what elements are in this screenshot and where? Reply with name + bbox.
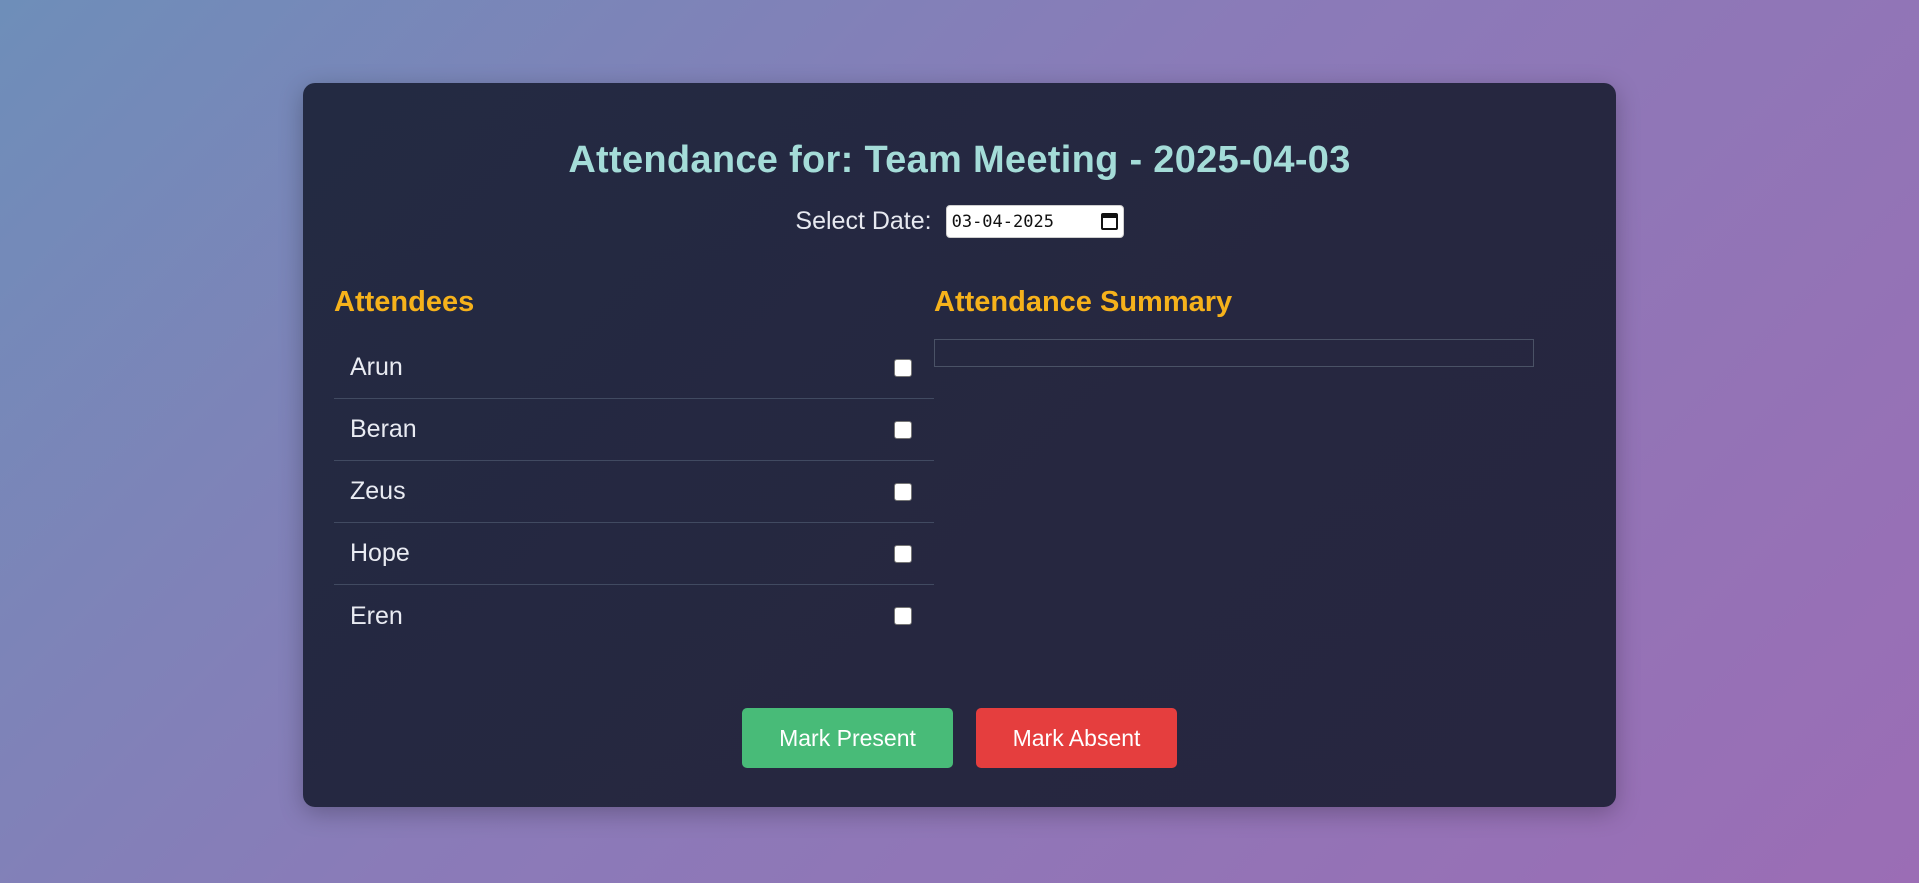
- attendee-name: Hope: [350, 539, 410, 567]
- attendees-section: Attendees Arun Beran Zeus Hope Eren: [334, 283, 934, 647]
- summary-heading: Attendance Summary: [934, 286, 1233, 318]
- attendee-checkbox[interactable]: [894, 544, 912, 563]
- attendee-name: Eren: [350, 601, 403, 630]
- attendees-heading: Attendees: [334, 286, 475, 318]
- attendance-card: Attendance for: Team Meeting - 2025-04-0…: [303, 83, 1616, 807]
- page-title: Attendance for: Team Meeting - 2025-04-0…: [568, 139, 1351, 181]
- attendee-row: Eren: [334, 585, 934, 647]
- date-input[interactable]: 03-04-2025: [945, 205, 1124, 238]
- mark-present-button[interactable]: Mark Present: [742, 708, 953, 768]
- calendar-icon[interactable]: [1100, 213, 1118, 230]
- attendee-row: Hope: [334, 523, 934, 585]
- attendee-row: Beran: [334, 399, 934, 461]
- attendee-row: Arun: [334, 337, 934, 399]
- date-label: Select Date:: [795, 207, 932, 235]
- attendee-checkbox[interactable]: [894, 607, 912, 625]
- summary-section: Attendance Summary: [934, 283, 1534, 367]
- attendee-list: Arun Beran Zeus Hope Eren: [334, 337, 934, 647]
- attendee-name: Zeus: [350, 477, 406, 505]
- action-buttons: Mark Present Mark Absent: [303, 708, 1616, 768]
- attendee-checkbox[interactable]: [894, 482, 912, 501]
- attendee-checkbox[interactable]: [894, 420, 912, 439]
- attendee-checkbox[interactable]: [894, 358, 912, 377]
- attendee-row: Zeus: [334, 461, 934, 523]
- mark-absent-button[interactable]: Mark Absent: [976, 708, 1177, 768]
- date-value: 03-04-2025: [951, 211, 1054, 232]
- attendee-name: Arun: [350, 353, 403, 381]
- date-selector-row: Select Date: 03-04-2025: [303, 205, 1616, 238]
- summary-box: [934, 339, 1534, 367]
- attendee-name: Beran: [350, 415, 417, 443]
